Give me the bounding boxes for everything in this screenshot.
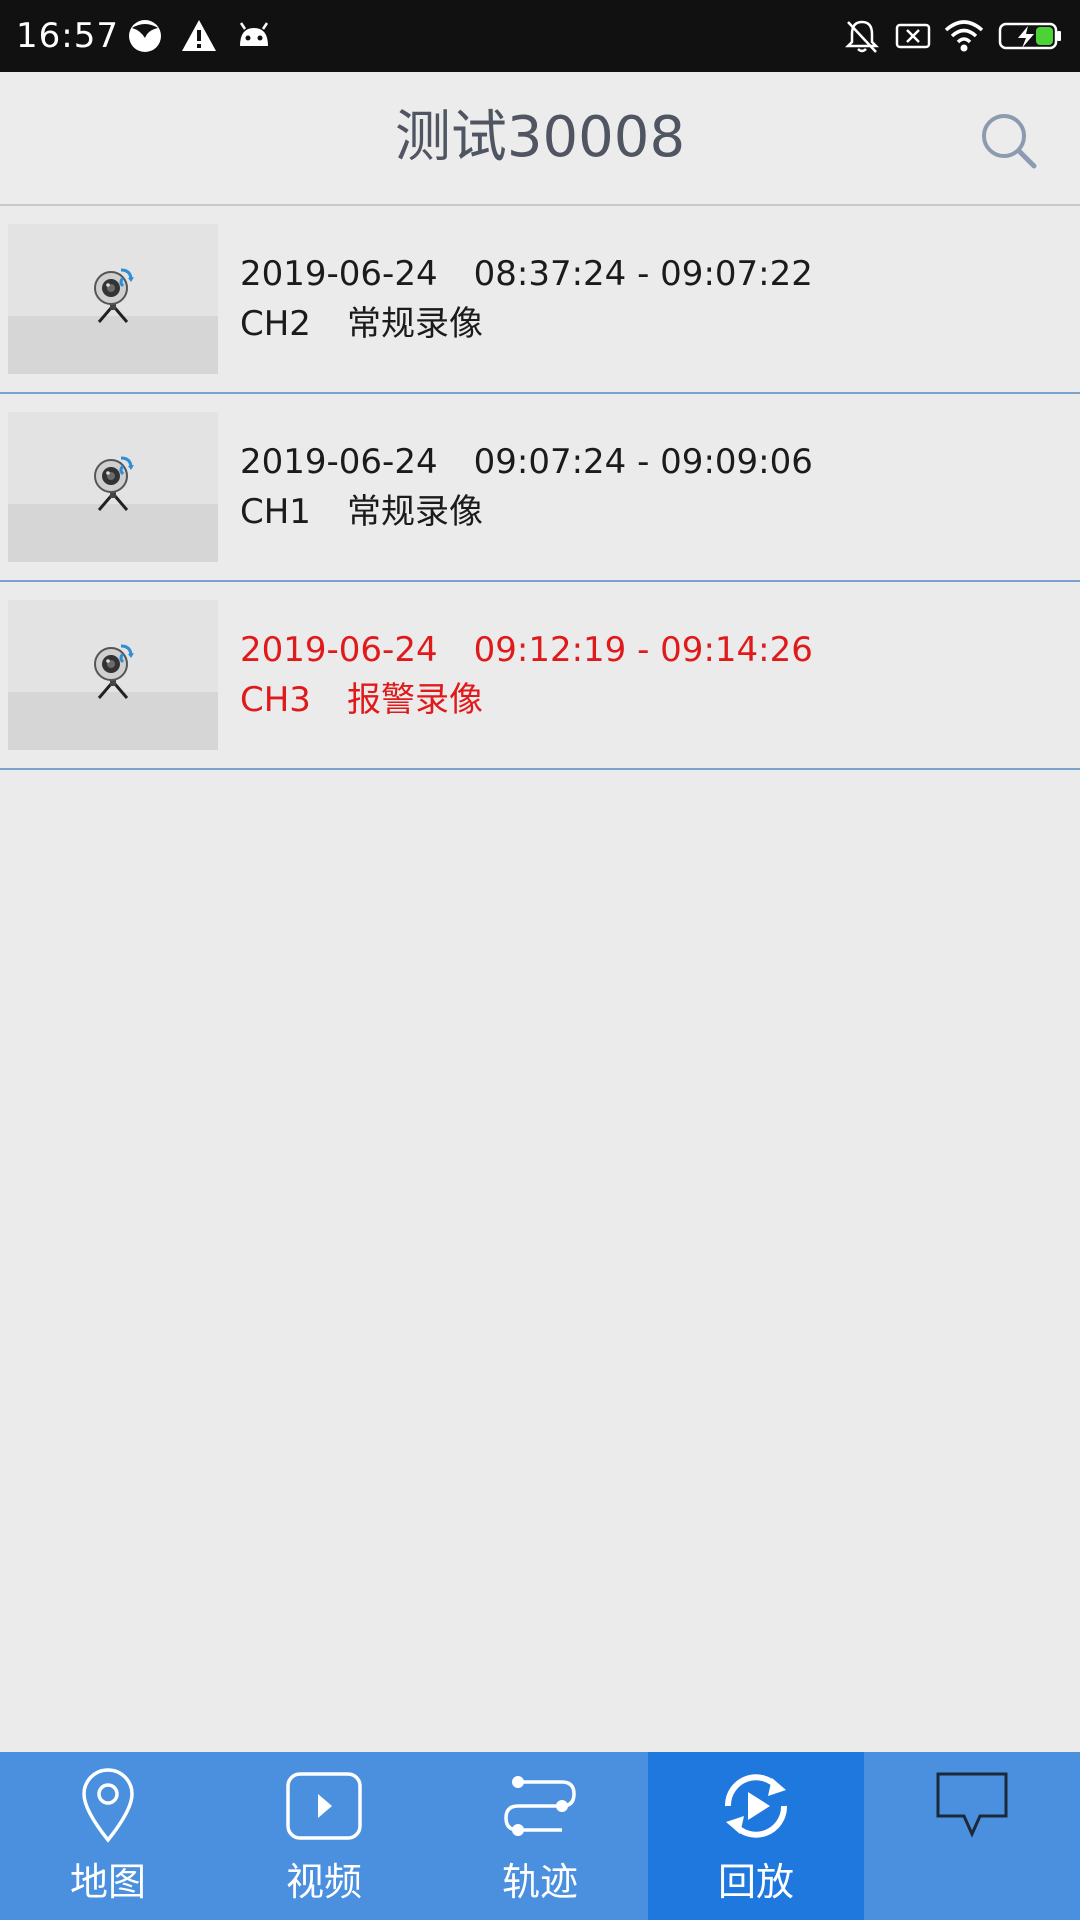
track-icon [504,1776,576,1836]
record-datetime: 2019-06-24 09:07:24 - 09:09:06 [240,442,813,482]
list-item[interactable]: 2019-06-24 08:37:24 - 09:07:22 CH2 常规录像 [0,206,1080,394]
record-channel-type: CH1 常规录像 [240,492,483,532]
notifications-off-icon [844,20,880,53]
page-title: 测试30008 [394,105,686,170]
video-thumbnail [8,600,218,750]
list-item[interactable]: 2019-06-24 09:12:19 - 09:14:26 CH3 报警录像 [0,582,1080,770]
video-thumbnail [8,224,218,374]
tab-label: 回放 [717,1860,794,1904]
playback-icon [724,1774,788,1838]
webcam-icon [94,268,134,323]
app-header: 测试30008 [0,72,1080,206]
tab-label: 轨迹 [501,1860,578,1904]
android-icon [239,22,269,46]
bottom-nav: 地图 视频 轨迹 回放 [0,1752,1080,1920]
no-sim-icon [895,23,931,49]
record-datetime: 2019-06-24 09:12:19 - 09:14:26 [240,630,813,670]
status-bar: 16:57 [0,0,1080,72]
app-notification-icon [129,20,161,52]
tab-track[interactable]: 轨迹 [432,1752,648,1920]
tab-message[interactable] [864,1752,1080,1920]
list-item[interactable]: 2019-06-24 09:07:24 - 09:09:06 CH1 常规录像 [0,394,1080,582]
record-channel-type: CH2 常规录像 [240,304,483,344]
map-pin-icon [82,1768,134,1843]
battery-charging-icon [998,22,1061,50]
message-icon [936,1772,1008,1838]
record-channel-type: CH3 报警录像 [240,680,483,720]
recording-list: 2019-06-24 08:37:24 - 09:07:22 CH2 常规录像 20… [0,206,1080,770]
tab-label: 地图 [69,1860,146,1904]
warning-icon [182,20,216,51]
record-datetime: 2019-06-24 08:37:24 - 09:07:22 [240,254,813,294]
tab-label: 视频 [285,1860,362,1904]
tab-video[interactable]: 视频 [216,1752,432,1920]
wifi-icon [944,20,984,52]
webcam-icon [94,644,134,699]
search-icon[interactable] [976,108,1040,172]
video-play-icon [286,1772,362,1840]
tab-map[interactable]: 地图 [0,1752,216,1920]
status-time: 16:57 [16,16,119,56]
tab-playback[interactable]: 回放 [648,1752,864,1920]
webcam-icon [94,456,134,511]
video-thumbnail [8,412,218,562]
